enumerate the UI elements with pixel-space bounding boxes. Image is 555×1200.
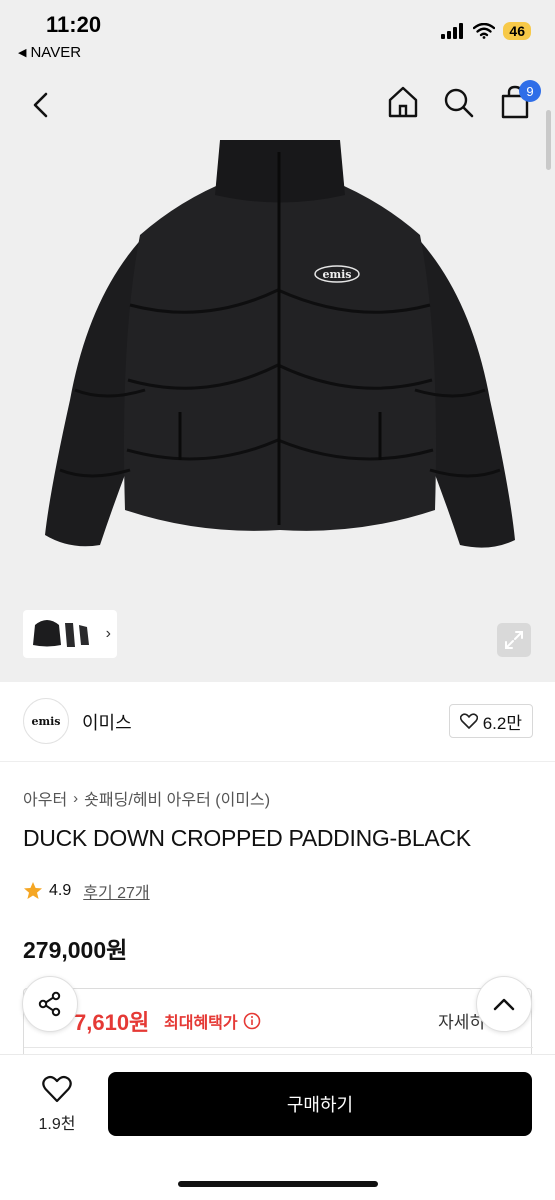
brand-like-count: 6.2만: [482, 713, 522, 733]
product-price: 279,000원: [23, 937, 128, 963]
thumbnail-strip[interactable]: ›: [23, 610, 117, 658]
wishlist-count: 1.9천: [38, 1116, 76, 1133]
share-icon: [38, 991, 61, 1017]
battery-badge: 46: [503, 22, 531, 40]
scroll-to-top-button[interactable]: [476, 976, 532, 1032]
thumbnail-image: [33, 620, 89, 647]
max-benefit-label: 최대혜택가: [164, 1009, 261, 1033]
buy-button[interactable]: 구매하기: [108, 1072, 532, 1136]
info-icon[interactable]: [243, 1012, 261, 1030]
cart-button[interactable]: 9: [499, 80, 541, 120]
product-image-area[interactable]: 9 emis ›: [0, 70, 555, 682]
share-button[interactable]: [22, 976, 78, 1032]
brand-like-button[interactable]: 6.2만: [448, 704, 533, 738]
divider: [24, 1047, 533, 1048]
star-icon: [24, 882, 42, 899]
expand-image-button[interactable]: [497, 623, 531, 657]
status-bar: 11:20 ◀ NAVER 46: [0, 0, 555, 70]
heart-icon: [42, 1075, 72, 1103]
svg-text:emis: emis: [322, 268, 351, 281]
home-icon[interactable]: [387, 84, 419, 120]
max-benefit-box[interactable]: 7,610원 최대혜택가 자세히: [23, 988, 533, 1054]
chevron-up-icon: [493, 998, 515, 1011]
signal-icon: [441, 23, 464, 39]
brand-logo[interactable]: emis: [23, 698, 69, 744]
cart-count-badge: 9: [519, 80, 541, 102]
breadcrumb-subcategory[interactable]: 숏패딩/헤비 아우터 (이미스): [84, 786, 270, 810]
scrollbar[interactable]: [546, 110, 551, 170]
chevron-right-icon: ›: [105, 625, 111, 642]
breadcrumb-category[interactable]: 아우터: [23, 786, 67, 810]
product-title: DUCK DOWN CROPPED PADDING-BLACK: [23, 825, 471, 851]
home-indicator: [178, 1181, 378, 1187]
max-benefit-price: 7,610원: [74, 1010, 150, 1035]
breadcrumb: 아우터 › 숏패딩/헤비 아우터 (이미스): [23, 786, 270, 810]
rating-row: 4.9 후기 27개: [23, 879, 150, 903]
wishlist-button[interactable]: 1.9천: [26, 1075, 88, 1134]
brand-name[interactable]: 이미스: [82, 709, 132, 735]
status-indicators: 46: [441, 22, 531, 40]
heart-icon: [459, 713, 478, 729]
status-time: 11:20: [46, 12, 102, 37]
top-nav-icons: 9: [387, 80, 541, 120]
review-count-link[interactable]: 후기 27개: [83, 879, 149, 903]
product-photo-black-puffer-jacket: emis: [45, 140, 515, 548]
expand-icon: [505, 631, 523, 649]
max-benefit-label-text: 최대혜택가: [164, 1015, 238, 1032]
brand-row[interactable]: emis 이미스 6.2만: [0, 682, 555, 762]
back-to-app-link[interactable]: ◀ NAVER: [18, 44, 81, 61]
back-app-label: NAVER: [30, 44, 82, 61]
rating-score: 4.9: [49, 882, 72, 899]
wifi-icon: [473, 23, 496, 39]
search-icon[interactable]: [443, 84, 475, 120]
back-triangle-icon: ◀: [18, 47, 27, 59]
brand-logo-text: emis: [31, 714, 61, 728]
chevron-right-icon: ›: [73, 789, 79, 807]
bottom-action-bar: 1.9천 구매하기: [0, 1054, 555, 1200]
back-arrow-icon[interactable]: [26, 88, 56, 122]
